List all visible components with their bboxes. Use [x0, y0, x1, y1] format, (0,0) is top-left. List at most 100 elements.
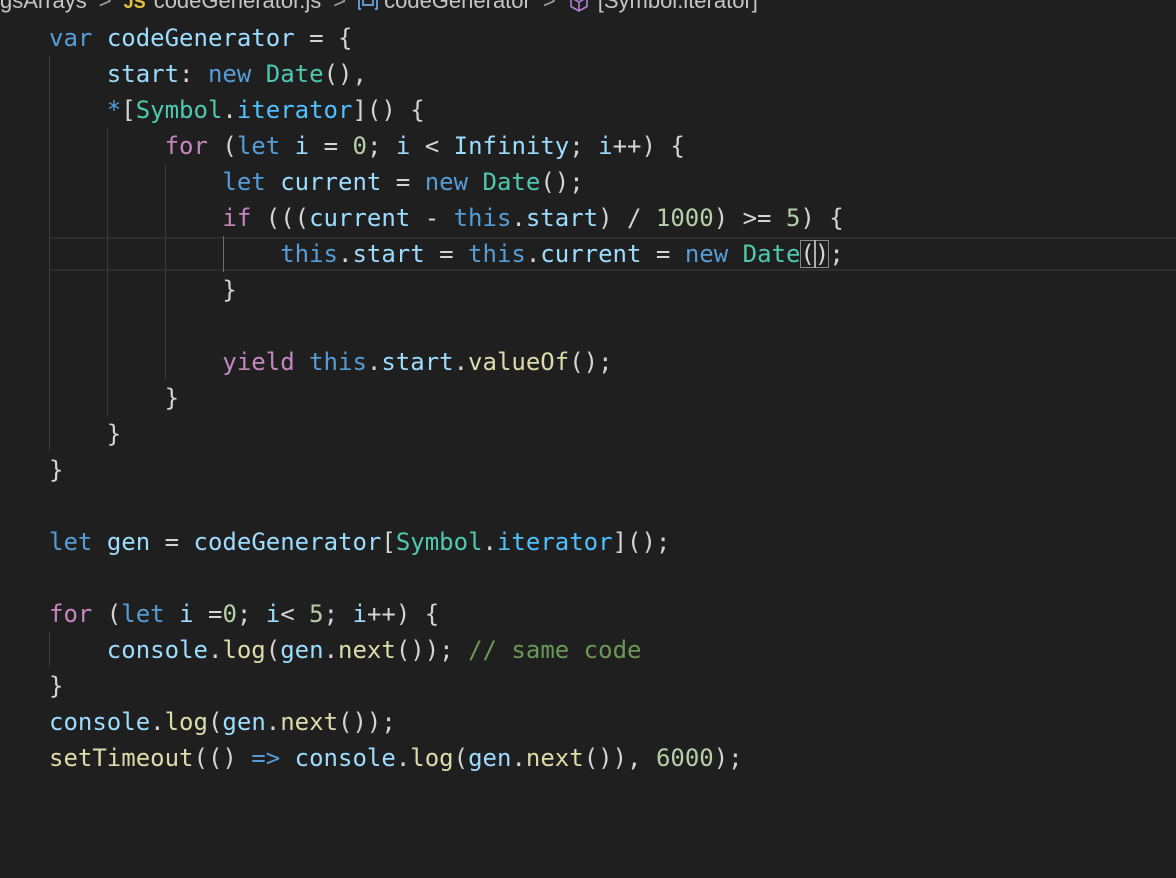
- code-token: ((): [193, 744, 252, 772]
- code-token: current: [540, 240, 642, 268]
- code-token: gen: [222, 708, 266, 736]
- code-token: next: [338, 636, 396, 664]
- code-token: ());: [338, 708, 396, 736]
- breadcrumb-separator: >: [333, 0, 347, 14]
- code-token: 1000: [655, 204, 714, 232]
- code-token: =: [150, 528, 194, 556]
- code-token: next: [280, 708, 339, 736]
- code-token: ) >=: [713, 204, 786, 232]
- code-token: i: [598, 132, 613, 160]
- breadcrumb-method-label: [Symbol.iterator]: [597, 0, 758, 14]
- breadcrumb-separator: >: [542, 0, 556, 14]
- code-token: ) /: [598, 204, 656, 232]
- code-line: }: [49, 380, 179, 416]
- code-token: );: [713, 744, 743, 772]
- code-token: = {: [294, 24, 353, 52]
- code-token: i: [294, 132, 310, 160]
- code-token: ;: [366, 132, 396, 160]
- breadcrumb: gsArrays > JS codeGenerator.js > codeGenerato…: [0, 0, 758, 13]
- code-token: log: [164, 708, 208, 736]
- code-token: .: [207, 636, 223, 664]
- breadcrumb-variable-label: codeGenerator: [384, 0, 531, 14]
- code-token: [: [121, 96, 136, 124]
- code-token: for: [164, 132, 208, 160]
- code-token: .: [323, 636, 339, 664]
- code-token: ;: [323, 600, 353, 628]
- code-token: .: [511, 204, 526, 232]
- code-token: =>: [251, 744, 281, 772]
- code-token: iterator: [236, 96, 353, 124]
- code-token: (: [453, 744, 469, 772]
- code-line: for (let i = 0; i < Infinity; i++) {: [49, 128, 685, 164]
- code-token: current: [309, 204, 411, 232]
- code-line: console.log(gen.next()); // same code: [49, 632, 642, 668]
- code-token: }: [49, 672, 64, 700]
- code-token: i: [395, 132, 411, 160]
- code-token: ();: [569, 348, 613, 376]
- code-token: .: [222, 96, 237, 124]
- breadcrumb-variable[interactable]: codeGenerator: [358, 0, 531, 14]
- breadcrumb-file[interactable]: JS codeGenerator.js: [124, 0, 322, 15]
- code-token: ();: [540, 168, 584, 196]
- code-token: console: [106, 636, 208, 664]
- code-token: =: [641, 240, 685, 268]
- code-token: new: [684, 240, 729, 268]
- code-token: for: [49, 600, 93, 628]
- code-editor[interactable]: var codeGenerator = { start: new Date(),…: [0, 20, 1176, 878]
- code-token: ) {: [800, 204, 844, 232]
- code-token: -: [410, 204, 454, 232]
- code-line: var codeGenerator = {: [49, 20, 352, 56]
- code-token: .: [150, 708, 165, 736]
- code-token: *: [106, 96, 122, 124]
- code-token: }: [49, 420, 122, 448]
- code-token: Date: [742, 240, 801, 268]
- code-line: console.log(gen.next());: [49, 704, 396, 740]
- code-token: }: [49, 384, 180, 412]
- code-line: *[Symbol.iterator]() {: [49, 92, 425, 128]
- code-token: i: [179, 600, 194, 628]
- method-icon: [569, 0, 588, 13]
- code-token: start: [352, 240, 425, 268]
- text-cursor: [813, 240, 816, 268]
- code-token: }: [49, 276, 237, 304]
- code-token: let: [121, 600, 165, 628]
- code-token: this: [453, 204, 512, 232]
- code-token: console: [49, 708, 151, 736]
- code-token: let: [222, 168, 266, 196]
- breadcrumb-file-label: codeGenerator.js: [153, 0, 322, 13]
- code-token: Symbol: [395, 528, 483, 556]
- code-token: this: [280, 240, 338, 268]
- code-line: }: [49, 668, 63, 704]
- code-line: }: [49, 272, 237, 308]
- code-token: 5: [785, 204, 801, 232]
- code-token: <: [280, 600, 310, 628]
- breadcrumb-separator: >: [98, 0, 112, 14]
- code-token: i: [265, 600, 281, 628]
- breadcrumb-folder[interactable]: gsArrays: [0, 0, 87, 14]
- code-token: =: [193, 600, 223, 628]
- code-token: let: [49, 528, 93, 556]
- code-token: =: [309, 132, 353, 160]
- code-token: log: [222, 636, 266, 664]
- code-token: =: [424, 240, 469, 268]
- code-token: .: [395, 744, 411, 772]
- code-token: next: [525, 744, 584, 772]
- code-token: (((: [251, 204, 310, 232]
- code-token: new: [207, 60, 252, 88]
- code-token: gen: [280, 636, 324, 664]
- breadcrumb-method[interactable]: [Symbol.iterator]: [568, 0, 758, 14]
- code-line: for (let i =0; i< 5; i++) {: [49, 596, 439, 632]
- code-line: this.start = this.current = new Date();: [49, 236, 844, 272]
